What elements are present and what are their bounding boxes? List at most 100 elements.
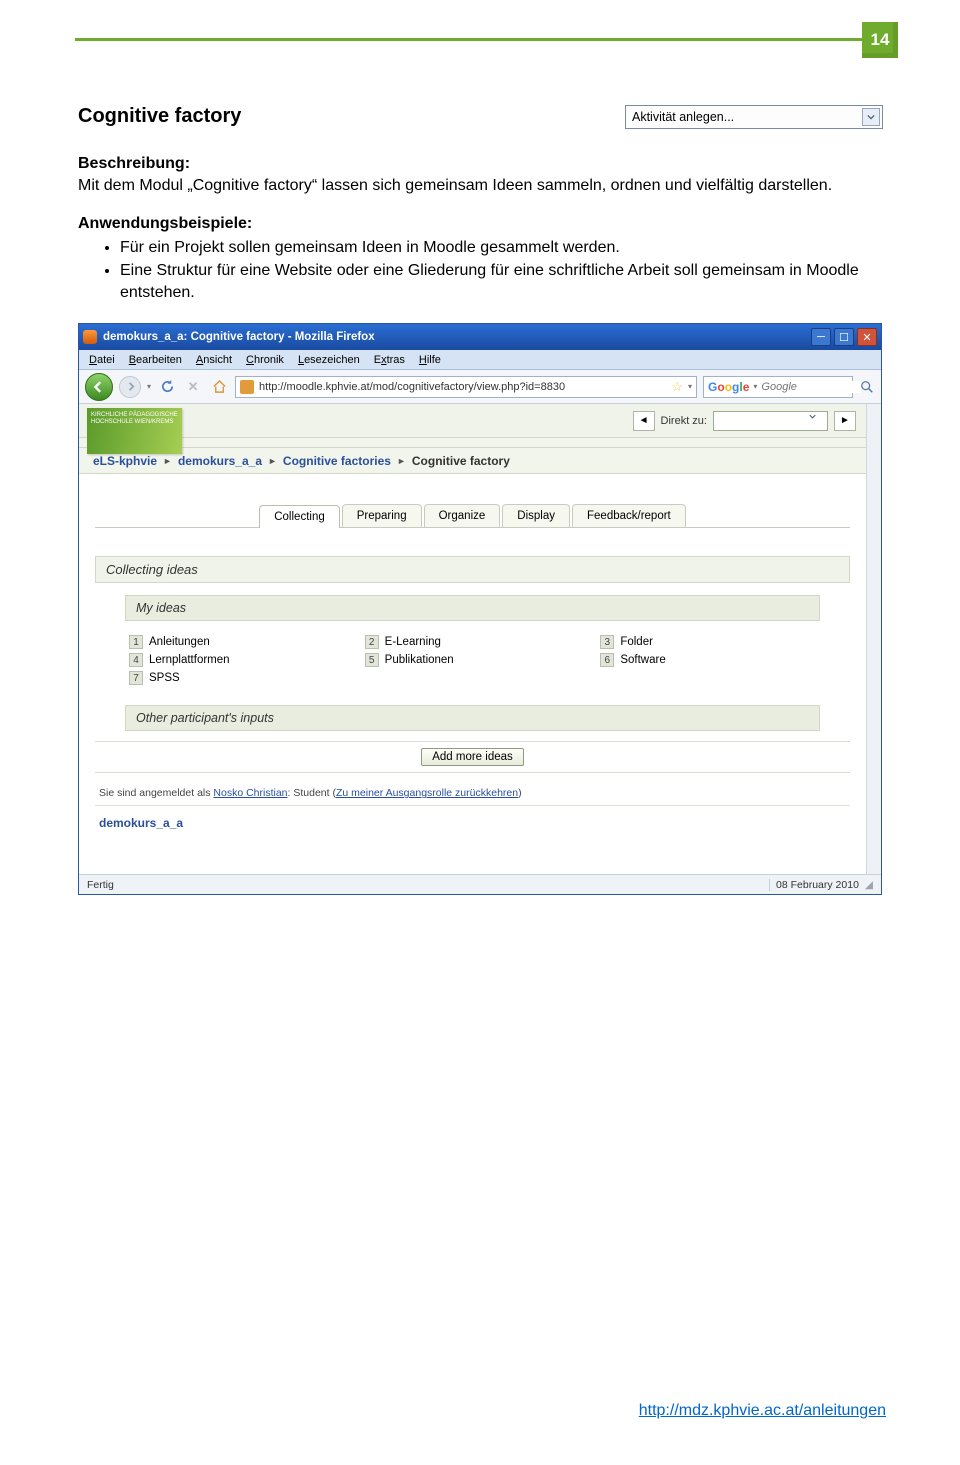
breadcrumb-separator-icon: ► (268, 456, 277, 466)
idea-number: 7 (129, 671, 143, 685)
stop-button[interactable]: ✕ (183, 377, 203, 397)
tab-display[interactable]: Display (502, 504, 570, 527)
activity-select[interactable]: Aktivität anlegen... (625, 105, 883, 129)
course-link[interactable]: demokurs_a_a (99, 816, 183, 830)
activity-select-value: Aktivität anlegen... (632, 110, 734, 124)
next-activity-button[interactable]: ► (834, 411, 856, 431)
bookmark-star-icon[interactable]: ☆ (671, 379, 683, 395)
menu-item[interactable]: Lesezeichen (298, 354, 360, 366)
menu-item[interactable]: Chronik (246, 354, 284, 366)
idea-number: 4 (129, 653, 143, 667)
chevron-down-icon[interactable] (862, 108, 880, 126)
tab-feedback[interactable]: Feedback/report (572, 504, 686, 527)
list-item: Eine Struktur für eine Website oder eine… (120, 260, 883, 303)
other-inputs-header: Other participant's inputs (125, 705, 820, 731)
idea-text: E-Learning (385, 636, 441, 648)
url-bar[interactable]: http://moodle.kphvie.at/mod/cognitivefac… (235, 376, 697, 398)
menu-item[interactable]: Extras (374, 354, 405, 366)
breadcrumb: eLS-kphvie ► demokurs_a_a ► Cognitive fa… (79, 448, 866, 474)
page-number-badge: 14 (862, 22, 898, 58)
jump-to-label: Direkt zu: (661, 415, 707, 427)
maximize-button[interactable]: ☐ (834, 328, 854, 346)
search-input[interactable] (761, 381, 861, 393)
status-text: Fertig (87, 879, 114, 891)
footer-link[interactable]: http://mdz.kphvie.ac.at/anleitungen (639, 1402, 886, 1420)
chevron-down-icon (809, 413, 825, 429)
idea-text: Software (620, 654, 665, 666)
idea-item: 2 E-Learning (365, 635, 581, 649)
section-collecting-ideas: Collecting ideas (95, 556, 850, 583)
idea-item: 1 Anleitungen (129, 635, 345, 649)
status-date: 08 February 2010 (776, 879, 859, 891)
url-dropdown-icon[interactable]: ▾ (688, 382, 692, 391)
tab-organize[interactable]: Organize (424, 504, 501, 527)
examples-list: Für ein Projekt sollen gemeinsam Ideen i… (120, 237, 883, 304)
user-link[interactable]: Nosko Christian (213, 787, 287, 799)
add-more-ideas-button[interactable]: Add more ideas (421, 748, 524, 766)
tabs: Collecting Preparing Organize Display Fe… (95, 504, 850, 527)
google-icon: Google (708, 380, 749, 394)
description-label: Beschreibung: (78, 155, 883, 173)
idea-number: 1 (129, 635, 143, 649)
breadcrumb-link[interactable]: Cognitive factories (283, 454, 391, 468)
menu-item[interactable]: Ansicht (196, 354, 232, 366)
breadcrumb-current: Cognitive factory (412, 454, 510, 468)
search-engine-dropdown-icon[interactable]: ▾ (753, 382, 757, 391)
return-role-link[interactable]: Zu meiner Ausgangsrolle zurückkehren (336, 787, 518, 799)
back-button[interactable] (85, 373, 113, 401)
ideas-grid: 1 Anleitungen 2 E-Learning 3Folder 4 Lernplatt… (125, 631, 820, 695)
menu-item[interactable]: Hilfe (419, 354, 441, 366)
page-top-rule (75, 38, 865, 41)
login-info: Sie sind angemeldet als Nosko Christian:… (95, 781, 850, 806)
jump-to-select[interactable] (713, 411, 828, 431)
idea-text: SPSS (149, 672, 180, 684)
prev-activity-button[interactable]: ◄ (633, 411, 655, 431)
tab-collecting[interactable]: Collecting (259, 505, 340, 528)
idea-number: 6 (600, 653, 614, 667)
idea-number: 3 (600, 635, 614, 649)
history-dropdown-icon[interactable]: ▾ (147, 382, 151, 391)
breadcrumb-link[interactable]: demokurs_a_a (178, 454, 262, 468)
list-item: Für ein Projekt sollen gemeinsam Ideen i… (120, 237, 883, 259)
idea-item: 7 SPSS (129, 671, 345, 685)
my-ideas-header: My ideas (125, 595, 820, 621)
firefox-toolbar: ▾ ✕ http://moodle.kphvie.at/mod/cognitiv… (79, 370, 881, 404)
vertical-scrollbar[interactable] (866, 404, 881, 874)
description-text: Mit dem Modul „Cognitive factory“ lassen… (78, 175, 883, 197)
breadcrumb-separator-icon: ► (397, 456, 406, 466)
breadcrumb-link[interactable]: eLS-kphvie (93, 454, 157, 468)
idea-number: 2 (365, 635, 379, 649)
idea-text: Anleitungen (149, 636, 210, 648)
window-title: demokurs_a_a: Cognitive factory - Mozill… (103, 331, 375, 343)
idea-item: 5 Publikationen (365, 653, 581, 667)
idea-item: 3Folder (600, 635, 816, 649)
document-content: Cognitive factory Aktivität anlegen... B… (78, 105, 883, 895)
search-box[interactable]: Google ▾ (703, 376, 853, 398)
idea-item: 6 Software (600, 653, 816, 667)
idea-item: 4 Lernplattformen (129, 653, 345, 667)
home-button[interactable] (209, 377, 229, 397)
idea-text: Lernplattformen (149, 654, 230, 666)
forward-button[interactable] (119, 376, 141, 398)
moodle-page: KIRCHLICHE PÄDAGOGISCHE HOCHSCHULE WIEN/… (79, 404, 866, 874)
breadcrumb-separator-icon: ► (163, 456, 172, 466)
firefox-titlebar: demokurs_a_a: Cognitive factory - Mozill… (79, 324, 881, 350)
moodle-topbar: ◄ Direkt zu: ► (79, 404, 866, 438)
close-button[interactable]: ✕ (857, 328, 877, 346)
url-text: http://moodle.kphvie.at/mod/cognitivefac… (259, 381, 666, 393)
page-title: Cognitive factory (78, 105, 241, 128)
search-icon[interactable] (859, 379, 875, 395)
reload-button[interactable] (157, 377, 177, 397)
firefox-window: demokurs_a_a: Cognitive factory - Mozill… (78, 323, 882, 895)
examples-label: Anwendungsbeispiele: (78, 215, 883, 233)
menu-item[interactable]: Bearbeiten (129, 354, 182, 366)
firefox-menubar: Datei Bearbeiten Ansicht Chronik Lesezei… (79, 350, 881, 370)
firefox-icon (83, 330, 97, 344)
idea-number: 5 (365, 653, 379, 667)
minimize-button[interactable]: ─ (811, 328, 831, 346)
site-logo-banner: KIRCHLICHE PÄDAGOGISCHE HOCHSCHULE WIEN/… (87, 408, 182, 454)
menu-item[interactable]: Datei (89, 354, 115, 366)
tab-preparing[interactable]: Preparing (342, 504, 422, 527)
idea-text: Publikationen (385, 654, 454, 666)
resize-grip-icon[interactable]: ◢ (865, 879, 873, 891)
